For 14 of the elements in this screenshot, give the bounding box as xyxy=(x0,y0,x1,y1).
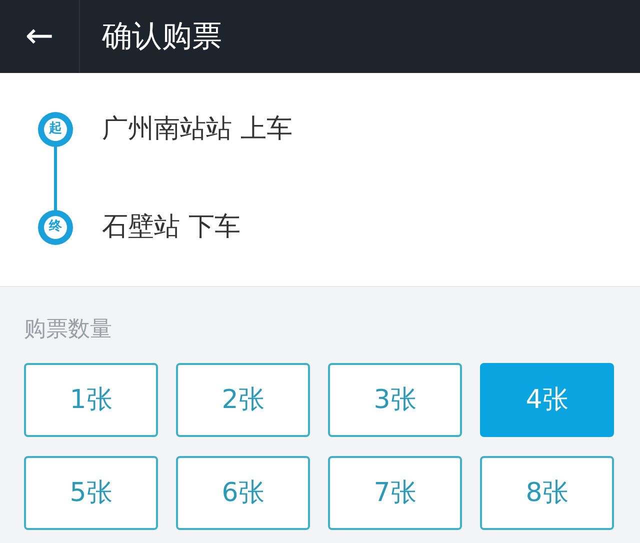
section-label: 购票数量 xyxy=(24,316,113,344)
quantity-option[interactable]: 2张 xyxy=(176,363,310,437)
quantity-option[interactable]: 4张 xyxy=(480,363,614,437)
page-title: 确认购票 xyxy=(102,18,222,56)
quantity-option[interactable]: 3张 xyxy=(328,363,462,437)
quantity-option[interactable]: 5张 xyxy=(24,456,158,530)
stop-badge: 终 xyxy=(38,210,73,244)
stop-badge: 起 xyxy=(38,112,73,146)
station-label: 广州南站站 上车 xyxy=(102,112,292,146)
station-label: 石壁站 下车 xyxy=(102,210,240,244)
quantity-option[interactable]: 6张 xyxy=(176,456,310,530)
quantity-option[interactable]: 7张 xyxy=(328,456,462,530)
quantity-option[interactable]: 8张 xyxy=(480,456,614,530)
quantity-option[interactable]: 1张 xyxy=(24,363,158,437)
